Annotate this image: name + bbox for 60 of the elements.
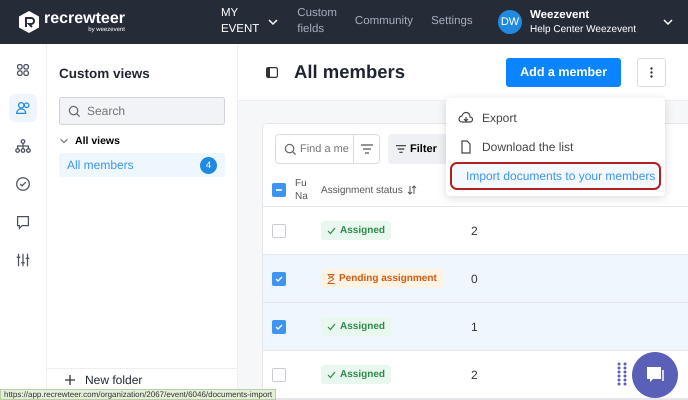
check-icon	[327, 226, 336, 234]
table-cell: 2	[471, 224, 478, 238]
status-badge: Assigned	[321, 365, 392, 384]
status-badge: Assigned	[321, 317, 392, 336]
sort-icon[interactable]	[406, 185, 417, 195]
minus-icon	[275, 186, 283, 194]
view-item[interactable]: All members 4	[59, 153, 225, 177]
page-title: All members	[294, 61, 406, 83]
status-badge: Pending assignment	[321, 269, 443, 288]
check-circle-icon	[16, 177, 30, 191]
logo-icon	[18, 10, 40, 34]
views-group-toggle[interactable]: All views	[59, 135, 225, 147]
hourglass-icon	[327, 274, 335, 284]
user-avatar[interactable]: DW	[498, 10, 522, 34]
sidebar-toggle-icon[interactable]	[266, 66, 278, 78]
add-member-button[interactable]: Add a member	[506, 58, 621, 86]
row-checkbox[interactable]	[272, 368, 286, 382]
hierarchy-icon	[15, 139, 31, 153]
status-badge: Assigned	[321, 221, 392, 240]
count-badge: 4	[200, 156, 217, 174]
search-field[interactable]: Search	[59, 97, 225, 125]
user-name: Weezevent	[530, 8, 590, 23]
panel-title: Custom views	[59, 66, 151, 81]
row-checkbox[interactable]	[272, 224, 286, 238]
nav-link[interactable]: Custom fields	[297, 6, 337, 38]
organization-name: Help Center Weezevent	[530, 22, 636, 36]
filter-options-button[interactable]	[353, 134, 380, 164]
search-icon	[284, 142, 297, 156]
nav-link[interactable]: MY EVENT	[220, 6, 280, 38]
filter-icon	[360, 144, 372, 154]
column-header[interactable]: Fu Na	[295, 177, 321, 203]
drag-handle-icon[interactable]	[617, 362, 627, 386]
menu-item[interactable]: Export	[450, 104, 661, 132]
check-icon	[275, 274, 283, 282]
filter-icon	[396, 144, 406, 154]
menu-item[interactable]: Download the list	[450, 133, 661, 161]
sliders-icon	[16, 253, 30, 267]
check-icon	[327, 370, 336, 378]
nav-link[interactable]: Community	[354, 14, 414, 30]
people-icon	[16, 102, 30, 114]
check-icon	[327, 322, 336, 330]
column-header[interactable]: Assignment status	[321, 184, 403, 196]
row-checkbox[interactable]	[272, 272, 286, 286]
more-icon	[650, 66, 653, 78]
row-checkbox[interactable]	[272, 320, 286, 334]
chat-icon	[16, 216, 30, 230]
search-icon	[68, 104, 81, 118]
brand-name: recrewteer	[44, 11, 125, 27]
nav-link[interactable]: Settings	[431, 14, 473, 30]
find-member-field[interactable]: Find a me	[275, 134, 353, 164]
table-cell: 0	[471, 272, 478, 286]
table-cell: 2	[471, 368, 478, 382]
select-all-checkbox[interactable]	[272, 183, 286, 197]
grid-icon	[16, 64, 30, 76]
table-cell: 1	[471, 320, 478, 334]
check-icon	[275, 322, 283, 330]
chevron-down-icon	[59, 136, 69, 146]
sidebar-nav-button[interactable]	[9, 94, 37, 122]
plus-icon	[65, 374, 75, 384]
url-tooltip: https://app.recrewteer.com/organization/2067/event/6046/documents-import	[0, 389, 276, 400]
